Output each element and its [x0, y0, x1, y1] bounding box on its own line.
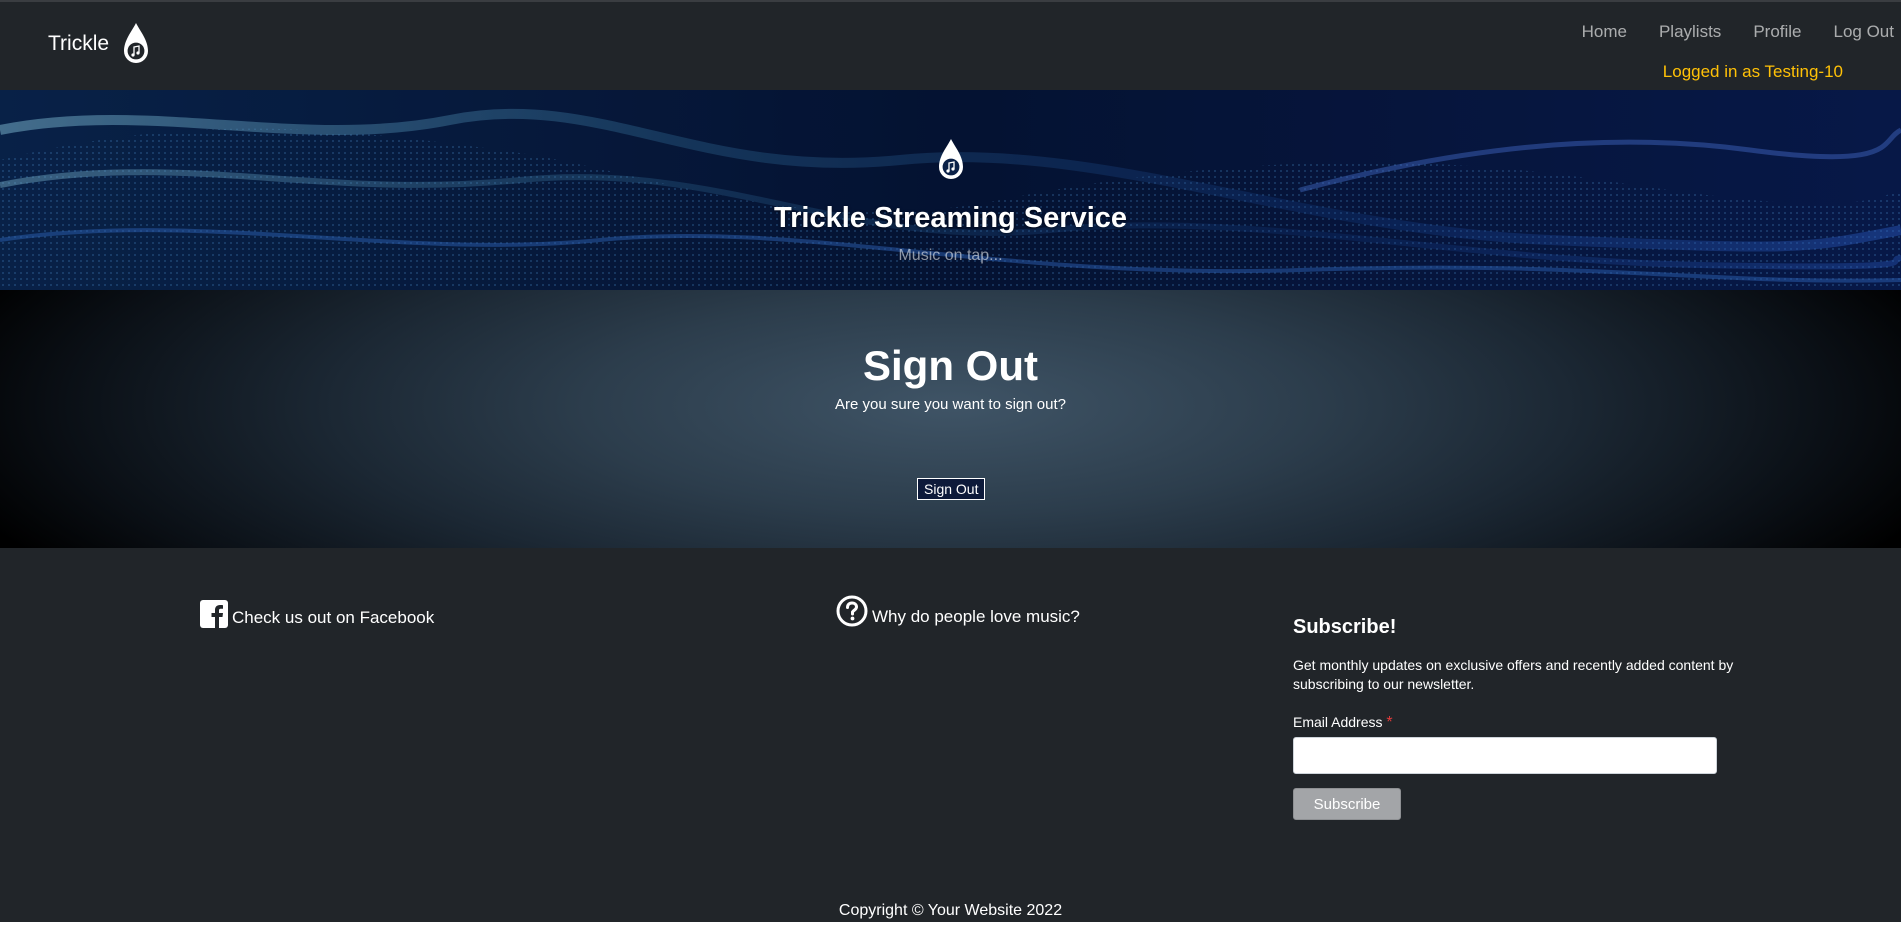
facebook-icon [200, 600, 228, 628]
hero-subtitle: Music on tap... [898, 247, 1003, 264]
required-marker: * [1386, 714, 1393, 731]
hero-title: Trickle Streaming Service [773, 202, 1128, 234]
footer: Check us out on Facebook Why do people l… [0, 548, 1901, 925]
page: Trickle Home Playlists Profile Log Out L… [0, 0, 1901, 925]
navbar: Trickle Home Playlists Profile Log Out L… [0, 0, 1901, 90]
facebook-link[interactable]: Check us out on Facebook [200, 600, 434, 628]
brand-name: Trickle [48, 32, 110, 55]
email-label-text: Email Address [1293, 714, 1383, 730]
nav-log-out[interactable]: Log Out [1818, 22, 1895, 42]
logged-in-status: Logged in as Testing-10 [1662, 62, 1843, 81]
subscribe-description: Get monthly updates on exclusive offers … [1293, 657, 1734, 692]
sign-out-button[interactable]: Sign Out [917, 478, 986, 500]
subscribe-button[interactable]: Subscribe [1293, 788, 1401, 820]
sign-out-message: Are you sure you want to sign out? [835, 396, 1066, 413]
nav-profile[interactable]: Profile [1737, 22, 1817, 42]
subscribe-form: Subscribe! Get monthly updates on exclus… [1293, 616, 1743, 820]
sign-out-title: Sign Out [863, 342, 1038, 389]
water-drop-music-icon [124, 23, 149, 63]
copyright: Copyright © Your Website 2022 [838, 902, 1063, 919]
facebook-link-text: Check us out on Facebook [232, 608, 435, 627]
email-label: Email Address * [1293, 714, 1743, 732]
hero-banner: Trickle Streaming Service Music on tap..… [0, 90, 1901, 290]
why-love-music-link[interactable]: Why do people love music? [836, 595, 1080, 627]
brand-link[interactable]: Trickle [48, 22, 151, 66]
nav-home[interactable]: Home [1566, 22, 1643, 42]
question-circle-icon [836, 595, 868, 627]
hero-water-drop-music-icon [939, 139, 963, 179]
nav-playlists[interactable]: Playlists [1643, 22, 1737, 42]
nav-links: Home Playlists Profile Log Out [1566, 22, 1894, 42]
sign-out-section: Sign Out Are you sure you want to sign o… [0, 290, 1901, 548]
why-love-music-text: Why do people love music? [872, 607, 1080, 626]
subscribe-title: Subscribe! [1293, 616, 1397, 638]
email-input[interactable] [1293, 737, 1717, 774]
